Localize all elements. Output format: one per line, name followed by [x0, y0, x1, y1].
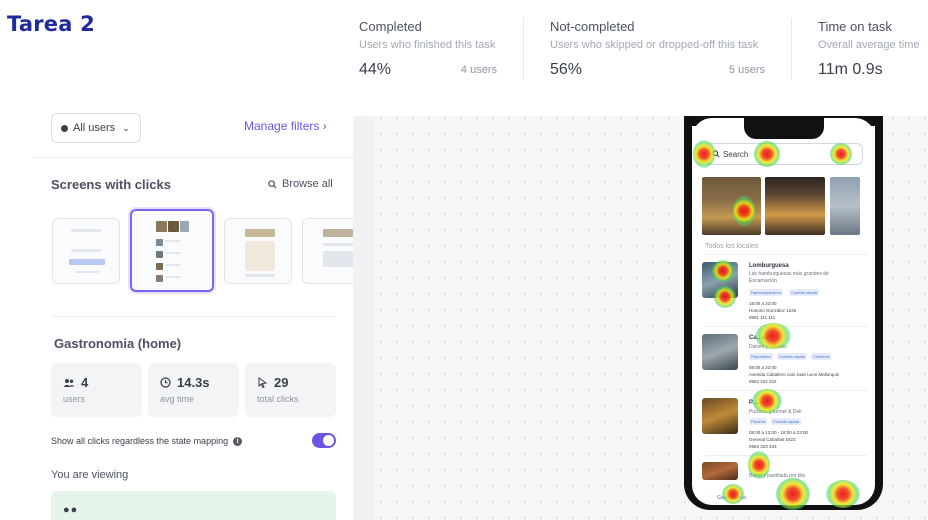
search-input[interactable]: Search	[705, 143, 863, 165]
metric-total-clicks: 29 total clicks	[245, 363, 336, 417]
metric-label: total clicks	[257, 394, 299, 404]
stat-subtitle: Users who skipped or dropped-off this ta…	[550, 39, 759, 51]
stat-value: 44%	[359, 61, 392, 78]
restaurant-tag: Hamburguesería	[749, 289, 783, 296]
divider	[705, 390, 867, 391]
restaurant-name[interactable]: Ca…ez	[749, 335, 769, 341]
restaurant-address: General Cabañas 1623	[749, 437, 796, 442]
all-users-dropdown[interactable]: All users ⌄	[51, 113, 141, 143]
restaurant-tag: Comida rápida	[771, 418, 802, 425]
restaurant-hours: 18:00 a 23:00	[749, 301, 777, 306]
screen-thumbnail[interactable]	[52, 218, 120, 284]
featured-photo[interactable]	[702, 177, 761, 235]
manage-filters-link[interactable]: Manage filters ›	[244, 119, 327, 133]
metric-users: 4 users	[51, 363, 142, 417]
all-users-label: All users	[73, 122, 116, 134]
featured-photo[interactable]	[765, 177, 825, 235]
metric-avg-time: 14.3s avg time	[148, 363, 239, 417]
bottom-nav-gastronomia[interactable]: Gastronomía	[717, 495, 746, 501]
stat-title: Time on task	[818, 19, 892, 34]
restaurant-image[interactable]	[702, 262, 738, 298]
manage-filters-label: Manage filters	[244, 119, 320, 133]
restaurant-phone: 0962 222 222	[749, 379, 777, 384]
restaurant-phone: 0963 333 333	[749, 444, 777, 449]
stat-subtitle: Users who finished this task	[359, 39, 496, 51]
restaurant-description: Las hamburguesas más grandes de Encarnac…	[749, 271, 829, 284]
restaurant-tag: Pizzería	[749, 418, 768, 425]
search-icon	[712, 150, 720, 158]
screen-thumbnail[interactable]	[224, 218, 292, 284]
featured-photo[interactable]	[830, 177, 860, 235]
stat-count: 5 users	[728, 64, 765, 76]
screen-name: Gastronomia (home)	[54, 336, 182, 351]
stat-count: 4 users	[460, 64, 497, 76]
phone-screen: Search Todos los locales Lomburguesa Las…	[692, 116, 875, 505]
divider	[705, 455, 867, 456]
chevron-right-icon: ›	[322, 119, 327, 133]
divider	[705, 326, 867, 327]
metric-value: 4	[81, 375, 89, 390]
restaurant-tag: Repostería	[749, 353, 773, 360]
restaurant-hours: 08:00 a 23:00	[749, 365, 777, 370]
users-icon	[63, 378, 75, 387]
stat-completed: Completed Users who finished this task 4…	[359, 0, 497, 90]
restaurant-description: Dulces y salados	[749, 344, 787, 350]
group-icon: ●●	[63, 504, 79, 516]
restaurant-tag: Comida rápida	[789, 289, 820, 296]
restaurant-hours: 08:00 a 13:00 - 18:00 a 23:00	[749, 430, 809, 435]
screens-title: Screens with clicks	[51, 177, 171, 192]
restaurant-name[interactable]: Lomburguesa	[749, 263, 789, 269]
metric-value: 29	[274, 375, 289, 390]
viewing-box: ●●	[51, 491, 336, 520]
left-panel: All users ⌄ Manage filters › Screens wit…	[32, 108, 353, 520]
divider	[705, 254, 867, 255]
filter-dot-icon	[61, 124, 68, 132]
screen-thumbnail-selected[interactable]	[130, 209, 214, 292]
canvas-edge	[353, 116, 375, 520]
restaurant-image[interactable]	[702, 334, 738, 370]
divider	[51, 316, 336, 317]
stat-time-on-task: Time on task Overall average time 11m 0.…	[818, 0, 923, 90]
info-icon[interactable]: i	[233, 436, 243, 446]
stat-title: Completed	[359, 19, 422, 34]
show-all-clicks-label: Show all clicks regardless the state map…	[51, 436, 229, 446]
chevron-down-icon: ⌄	[122, 122, 130, 133]
stat-value: 11m 0.9s	[818, 61, 883, 78]
search-icon	[268, 179, 277, 189]
browse-all-label: Browse all	[282, 178, 333, 190]
stat-title: Not-completed	[550, 19, 635, 34]
metric-value: 14.3s	[177, 375, 210, 390]
metric-label: avg time	[160, 394, 195, 404]
restaurant-name[interactable]: P…	[749, 400, 759, 406]
screen-thumbnail[interactable]	[302, 218, 353, 284]
stat-divider	[791, 18, 792, 80]
restaurant-image[interactable]	[702, 398, 738, 434]
search-placeholder: Search	[723, 149, 749, 159]
stat-not-completed: Not-completed Users who skipped or dropp…	[550, 0, 765, 90]
metric-label: users	[63, 394, 86, 404]
divider	[32, 157, 353, 158]
restaurant-address: Honorio González 1245	[749, 308, 797, 313]
restaurant-phone: 0961 111 111	[749, 315, 776, 320]
toggle-knob	[323, 435, 334, 446]
restaurant-description: Buffet y parrillada por kilo	[749, 473, 806, 479]
section-label: Todos los locales	[705, 243, 759, 250]
browse-all-button[interactable]: Browse all	[268, 178, 333, 190]
restaurant-address: Avenida Caballero casi Juan Leon Mallorq…	[749, 372, 840, 377]
restaurant-image[interactable]	[702, 462, 738, 480]
show-all-clicks-row: Show all clicks regardless the state map…	[51, 436, 243, 446]
show-all-clicks-toggle[interactable]	[312, 433, 336, 448]
restaurant-tag: Comida rápida	[777, 353, 808, 360]
cursor-icon	[258, 377, 268, 388]
stat-value: 56%	[550, 61, 583, 78]
stat-subtitle: Overall average time	[818, 39, 920, 51]
phone-frame: Search Todos los locales Lomburguesa Las…	[684, 116, 883, 510]
task-title: Tarea 2	[7, 12, 95, 36]
restaurant-description: Pizzería gourmet & Deli	[749, 409, 802, 415]
clock-icon	[160, 377, 171, 388]
stat-divider	[523, 18, 524, 80]
viewing-label: You are viewing	[51, 469, 129, 481]
restaurant-tag: Cafetería	[811, 353, 832, 360]
phone-notch	[744, 116, 824, 139]
